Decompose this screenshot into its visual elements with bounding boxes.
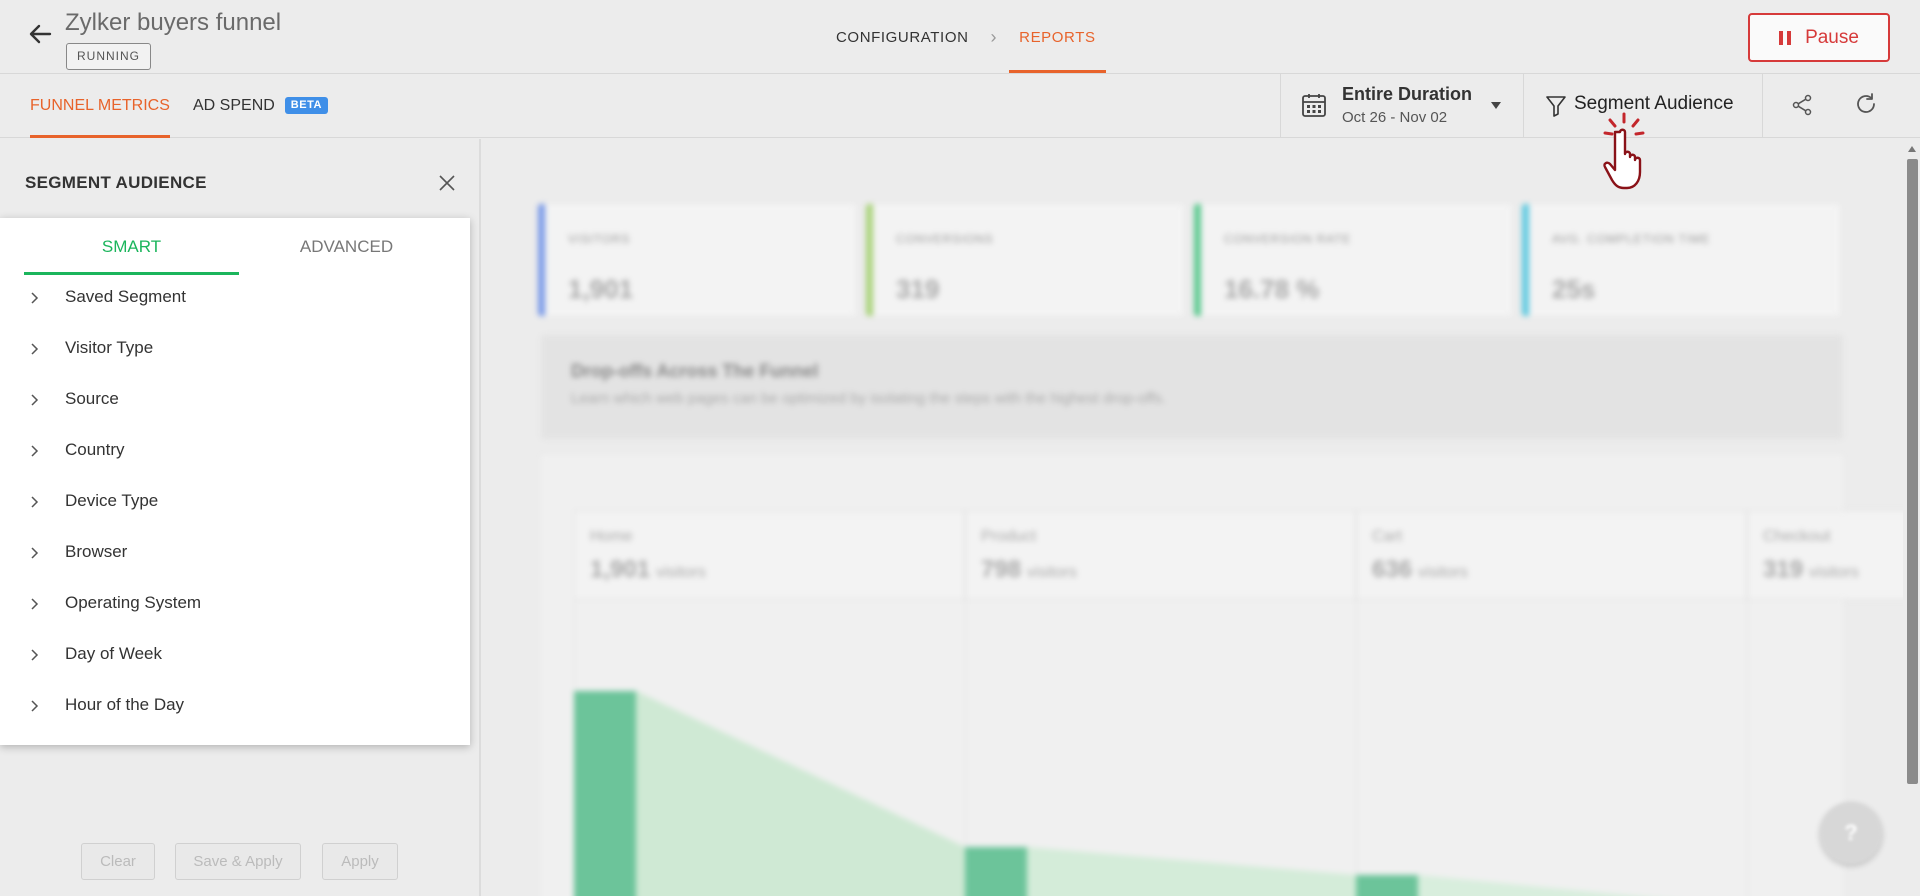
option-label: Visitor Type [65, 338, 154, 357]
beta-badge: BETA [284, 97, 328, 114]
breadcrumb-configuration[interactable]: CONFIGURATION [836, 29, 969, 46]
segment-audience-sidebar: SEGMENT AUDIENCE SMART ADVANCED Saved Se… [0, 139, 481, 896]
status-badge: RUNNING [66, 43, 151, 70]
metric-accent [1522, 204, 1529, 316]
funnel-flow-home-product [636, 691, 965, 896]
blurred-report: VISITORS 1,901 CONVERSIONS 319 CONVERSIO… [481, 139, 1903, 896]
tab-funnel-metrics[interactable]: FUNNEL METRICS [30, 74, 170, 138]
sidebar-title: SEGMENT AUDIENCE [25, 173, 207, 192]
metric-accent [866, 204, 873, 316]
segment-option-saved-segment[interactable]: Saved Segment [0, 275, 470, 326]
segment-option-day-of-week[interactable]: Day of Week [0, 632, 470, 683]
chevron-right-icon [31, 445, 39, 457]
caret-down-icon [1491, 102, 1501, 109]
date-range-value: Oct 26 - Nov 02 [1342, 109, 1448, 126]
page-scrollbar[interactable] [1904, 139, 1920, 896]
chevron-right-icon: › [990, 26, 998, 47]
metric-accent [1194, 204, 1201, 316]
experiment-title: Zylker buyers funnel [65, 9, 282, 36]
chevron-right-icon [31, 598, 39, 610]
metric-card-conversions: CONVERSIONS 319 [866, 204, 1184, 316]
metric-card-visitors: VISITORS 1,901 [538, 204, 856, 316]
save-apply-button[interactable]: Save & Apply [175, 843, 301, 880]
metric-value: 319 [896, 274, 940, 304]
breadcrumb: CONFIGURATION › REPORTS [836, 0, 1107, 74]
metric-label: CONVERSION RATE [1224, 232, 1352, 246]
option-label: Source [65, 389, 119, 408]
option-label: Device Type [65, 491, 159, 510]
metric-value: 1,901 [568, 274, 634, 304]
back-arrow-icon[interactable] [26, 20, 54, 48]
date-range-picker[interactable]: Entire Duration Oct 26 - Nov 02 [1280, 74, 1523, 138]
app-header: Zylker buyers funnel RUNNING CONFIGURATI… [0, 0, 1920, 74]
close-icon[interactable] [437, 173, 457, 193]
chevron-right-icon [31, 394, 39, 406]
chevron-right-icon [31, 292, 39, 304]
segment-option-hour-of-day[interactable]: Hour of the Day [0, 683, 470, 734]
share-icon[interactable] [1790, 93, 1814, 117]
dropoffs-panel: Drop-offs Across The Funnel Learn which … [541, 335, 1843, 439]
help-button[interactable]: ? [1820, 802, 1882, 864]
funnel-bar-home [574, 691, 636, 896]
funnel-chart: Home 1,901 visitors Product 798 visitors C… [541, 455, 1903, 896]
calendar-icon [1302, 94, 1326, 117]
pause-button[interactable]: Pause [1748, 13, 1890, 62]
metric-label: VISITORS [568, 232, 631, 246]
metric-label: CONVERSIONS [896, 232, 994, 246]
breadcrumb-reports[interactable]: REPORTS [1009, 29, 1107, 73]
pause-label: Pause [1805, 26, 1859, 48]
metric-card-completion-time: AVG. COMPLETION TIME 25s [1522, 204, 1840, 316]
chevron-right-icon [31, 343, 39, 355]
metric-value: 16.78 % [1224, 274, 1320, 304]
metric-accent [538, 204, 545, 316]
metric-label: AVG. COMPLETION TIME [1552, 232, 1711, 246]
option-label: Browser [65, 542, 128, 561]
funnel-flow-product-cart [1027, 847, 1356, 896]
pause-icon [1779, 30, 1792, 45]
metric-card-conversion-rate: CONVERSION RATE 16.78 % [1194, 204, 1512, 316]
chevron-right-icon [31, 547, 39, 559]
metric-value: 25s [1552, 274, 1596, 304]
segment-option-country[interactable]: Country [0, 428, 470, 479]
option-label: Saved Segment [65, 287, 186, 306]
dropoffs-title: Drop-offs Across The Funnel [571, 361, 819, 381]
chevron-right-icon [31, 496, 39, 508]
refresh-icon[interactable] [1854, 92, 1878, 116]
segment-option-device-type[interactable]: Device Type [0, 479, 470, 530]
filter-funnel-icon [1546, 96, 1566, 117]
option-label: Hour of the Day [65, 695, 185, 714]
dropoffs-subtitle: Learn which web pages can be optimized b… [571, 390, 1167, 407]
hand-cursor-icon [1603, 112, 1645, 190]
tab-advanced[interactable]: ADVANCED [239, 218, 454, 275]
segment-option-visitor-type[interactable]: Visitor Type [0, 326, 470, 377]
date-range-label: Entire Duration [1342, 84, 1473, 104]
funnel-bar-cart [1356, 875, 1418, 896]
clear-button[interactable]: Clear [81, 843, 155, 880]
scrollbar-thumb[interactable] [1907, 159, 1918, 784]
funnel-flow-cart-checkout [1418, 875, 1634, 896]
funnel-bars [574, 691, 1634, 896]
segment-option-source[interactable]: Source [0, 377, 470, 428]
tab-ad-spend[interactable]: AD SPEND BETA [193, 74, 328, 138]
scroll-up-arrow-icon[interactable] [1908, 146, 1916, 152]
segment-option-operating-system[interactable]: Operating System [0, 581, 470, 632]
apply-button[interactable]: Apply [322, 843, 398, 880]
option-label: Operating System [65, 593, 202, 612]
funnel-bar-product [965, 847, 1027, 896]
report-content: VISITORS 1,901 CONVERSIONS 319 CONVERSIO… [481, 139, 1903, 896]
chevron-right-icon [31, 649, 39, 661]
tab-ad-spend-label: AD SPEND [193, 97, 275, 114]
option-label: Day of Week [65, 644, 163, 663]
chevron-right-icon [31, 700, 39, 712]
segment-option-browser[interactable]: Browser [0, 530, 470, 581]
option-label: Country [65, 440, 125, 459]
tab-smart[interactable]: SMART [24, 218, 239, 275]
segment-options-panel: SMART ADVANCED Saved Segment Visitor Typ… [0, 218, 470, 745]
